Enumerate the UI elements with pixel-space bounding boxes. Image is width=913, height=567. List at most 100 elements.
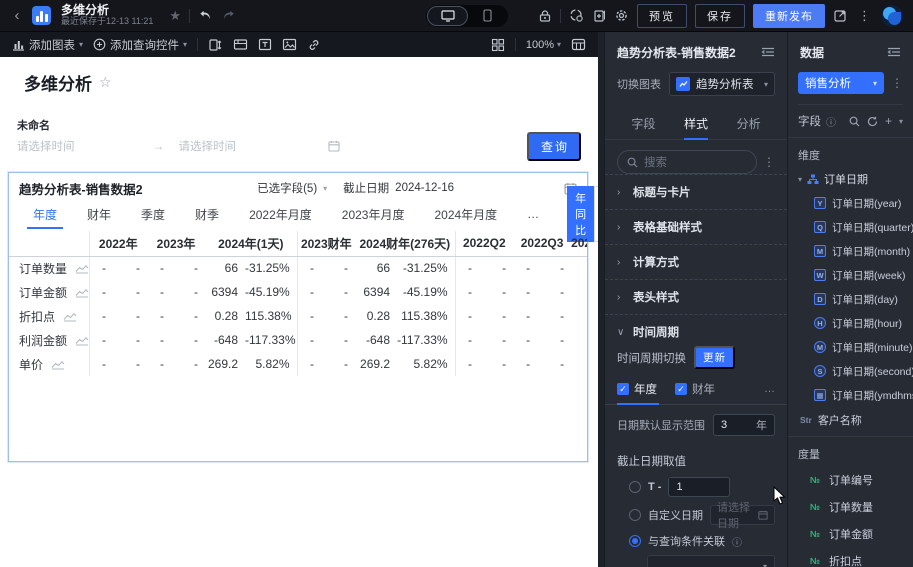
t-minus-input[interactable]: 1 bbox=[668, 477, 731, 497]
period-tab-0[interactable]: ✓ 年度 bbox=[617, 381, 659, 405]
measure-3[interactable]: № 折扣点 bbox=[788, 547, 913, 567]
widget-tab-2[interactable]: 季度 bbox=[139, 200, 167, 229]
preview-button[interactable]: 预览 bbox=[637, 3, 687, 28]
dimension-child-7[interactable]: S 订单日期(second) bbox=[788, 359, 913, 383]
dimension-customer-name[interactable]: Str 客户名称 bbox=[788, 407, 913, 432]
period-tabs-overflow-icon[interactable]: … bbox=[764, 383, 775, 402]
query-link-option[interactable]: 与查询条件关联 ⓘ bbox=[605, 529, 787, 553]
undo-icon[interactable] bbox=[198, 8, 213, 23]
desktop-view-toggle[interactable] bbox=[427, 5, 468, 26]
dimension-child-8[interactable]: ▦ 订单日期(ymdhms) bbox=[788, 383, 913, 407]
text-icon[interactable] bbox=[258, 38, 272, 51]
image-icon[interactable] bbox=[282, 38, 297, 51]
widget-tab-4[interactable]: 2022年月度 bbox=[247, 200, 314, 229]
measure-2[interactable]: № 订单金额 bbox=[788, 520, 913, 547]
gear-icon[interactable] bbox=[614, 8, 629, 23]
redo-icon[interactable] bbox=[221, 8, 236, 23]
search-more-icon[interactable]: ⋮ bbox=[763, 155, 775, 169]
save-button[interactable]: 保存 bbox=[695, 3, 745, 28]
style-section-1[interactable]: › 表格基础样式 bbox=[605, 210, 787, 245]
measure-0[interactable]: № 订单编号 bbox=[788, 466, 913, 493]
dimension-child-1[interactable]: Q 订单日期(quarter) bbox=[788, 215, 913, 239]
date-start-input[interactable]: 请选择时间 bbox=[17, 138, 75, 154]
dimension-child-5[interactable]: H 订单日期(hour) bbox=[788, 311, 913, 335]
period-tab-1[interactable]: ✓ 财年 bbox=[675, 381, 715, 404]
custom-date-input[interactable]: 请选择日期 bbox=[710, 502, 775, 530]
add-query-control-menu[interactable]: 添加查询控件 ▾ bbox=[93, 37, 187, 53]
collapse-panel-icon[interactable] bbox=[887, 46, 901, 58]
open-external-icon[interactable] bbox=[833, 8, 848, 23]
update-button[interactable]: 更新 bbox=[694, 346, 735, 369]
deadline-date[interactable]: 2024-12-16 bbox=[395, 182, 454, 194]
row-label[interactable]: 订单金额 bbox=[9, 280, 90, 304]
widget-tab-6[interactable]: 2024年月度 bbox=[432, 200, 499, 229]
chevron-down-icon[interactable]: ▾ bbox=[899, 117, 903, 126]
dashboard-grid-icon[interactable] bbox=[571, 38, 586, 51]
collaboration-icon[interactable] bbox=[569, 8, 584, 23]
checkbox-checked-icon[interactable]: ✓ bbox=[617, 383, 629, 395]
widget-tab-0[interactable]: 年度 bbox=[26, 200, 64, 229]
radio-unselected-icon[interactable] bbox=[629, 509, 641, 521]
chart-type-select[interactable]: 趋势分析表 ▾ bbox=[669, 72, 775, 96]
mobile-view-toggle[interactable] bbox=[468, 6, 507, 26]
checkbox-checked-icon[interactable]: ✓ bbox=[675, 383, 687, 395]
zoom-control[interactable]: 100% ▾ bbox=[526, 39, 561, 51]
dimension-order-date[interactable]: ▾ 订单日期 bbox=[788, 167, 913, 191]
dimension-child-4[interactable]: D 订单日期(day) bbox=[788, 287, 913, 311]
layout-grid-icon[interactable] bbox=[491, 38, 505, 52]
t-minus-option[interactable]: T - 1 bbox=[605, 473, 787, 501]
style-section-2[interactable]: › 计算方式 bbox=[605, 245, 787, 280]
measure-1[interactable]: № 订单数量 bbox=[788, 493, 913, 520]
trend-table-widget[interactable]: 趋势分析表-销售数据2 已选字段(5) ▾ 截止日期 2024-12-16 年度… bbox=[8, 172, 598, 462]
favorite-star-icon[interactable]: ★ bbox=[169, 8, 181, 24]
style-search-input[interactable]: 搜索 bbox=[617, 150, 757, 174]
link-icon[interactable] bbox=[307, 38, 321, 52]
add-chart-menu[interactable]: 添加图表 ▾ bbox=[12, 37, 83, 53]
search-icon[interactable] bbox=[849, 116, 860, 127]
style-section-0[interactable]: › 标题与卡片 bbox=[605, 174, 787, 210]
dataset-select[interactable]: 销售分析 ▾ bbox=[798, 72, 884, 94]
style-tab-0[interactable]: 字段 bbox=[617, 108, 670, 139]
widget-tab-5[interactable]: 2023年月度 bbox=[340, 200, 407, 229]
more-menu-icon[interactable]: ⋮ bbox=[856, 8, 873, 24]
user-avatar[interactable] bbox=[881, 4, 903, 27]
query-button[interactable]: 查询 bbox=[526, 131, 581, 161]
style-section-3[interactable]: › 表头样式 bbox=[605, 280, 787, 315]
chevron-expanded-icon[interactable]: ▾ bbox=[798, 175, 802, 184]
radio-unselected-icon[interactable] bbox=[629, 481, 641, 493]
row-label[interactable]: 折扣点 bbox=[9, 304, 90, 328]
lock-icon[interactable] bbox=[538, 9, 552, 23]
widget-tab-3[interactable]: 财季 bbox=[193, 200, 221, 229]
page-favorite-star-icon[interactable]: ☆ bbox=[99, 74, 112, 91]
refresh-icon[interactable] bbox=[867, 116, 878, 127]
back-chevron-icon[interactable]: ‹ bbox=[10, 7, 24, 24]
custom-date-option[interactable]: 自定义日期 请选择日期 bbox=[605, 501, 787, 530]
widget-tab-1[interactable]: 财年 bbox=[85, 200, 113, 229]
calendar-icon[interactable] bbox=[328, 140, 340, 152]
device-toggle[interactable] bbox=[426, 4, 508, 27]
publish-doc-icon[interactable] bbox=[592, 8, 606, 23]
radio-selected-icon[interactable] bbox=[629, 535, 641, 547]
section-time-period[interactable]: ∨ 时间周期 bbox=[605, 315, 787, 344]
dimension-child-6[interactable]: M 订单日期(minute) bbox=[788, 335, 913, 359]
republish-button[interactable]: 重新发布 bbox=[753, 3, 825, 28]
dimension-child-3[interactable]: W 订单日期(week) bbox=[788, 263, 913, 287]
dimension-child-2[interactable]: M 订单日期(month) bbox=[788, 239, 913, 263]
row-label[interactable]: 订单数量 bbox=[9, 256, 90, 280]
range-input[interactable]: 3 年 bbox=[713, 414, 775, 436]
style-tab-1[interactable]: 样式 bbox=[670, 108, 723, 140]
selected-fields-dropdown[interactable]: 已选字段(5) bbox=[257, 180, 317, 196]
mom-button[interactable]: 环比 bbox=[594, 186, 598, 242]
dimension-child-0[interactable]: Y 订单日期(year) bbox=[788, 191, 913, 215]
style-tab-2[interactable]: 分析 bbox=[722, 108, 775, 139]
date-end-input[interactable]: 请选择时间 bbox=[179, 138, 237, 154]
yoy-button[interactable]: 年同比 bbox=[567, 186, 595, 242]
component-icon[interactable] bbox=[208, 38, 223, 52]
add-field-icon[interactable]: + bbox=[885, 114, 892, 128]
tab-container-icon[interactable] bbox=[233, 38, 248, 51]
dataset-more-icon[interactable]: ⋮ bbox=[891, 76, 903, 90]
row-label[interactable]: 利润金额 bbox=[9, 328, 90, 352]
tabs-overflow-icon[interactable]: … bbox=[525, 201, 541, 227]
row-label[interactable]: 单价 bbox=[9, 352, 90, 376]
collapse-panel-icon[interactable] bbox=[761, 46, 775, 58]
